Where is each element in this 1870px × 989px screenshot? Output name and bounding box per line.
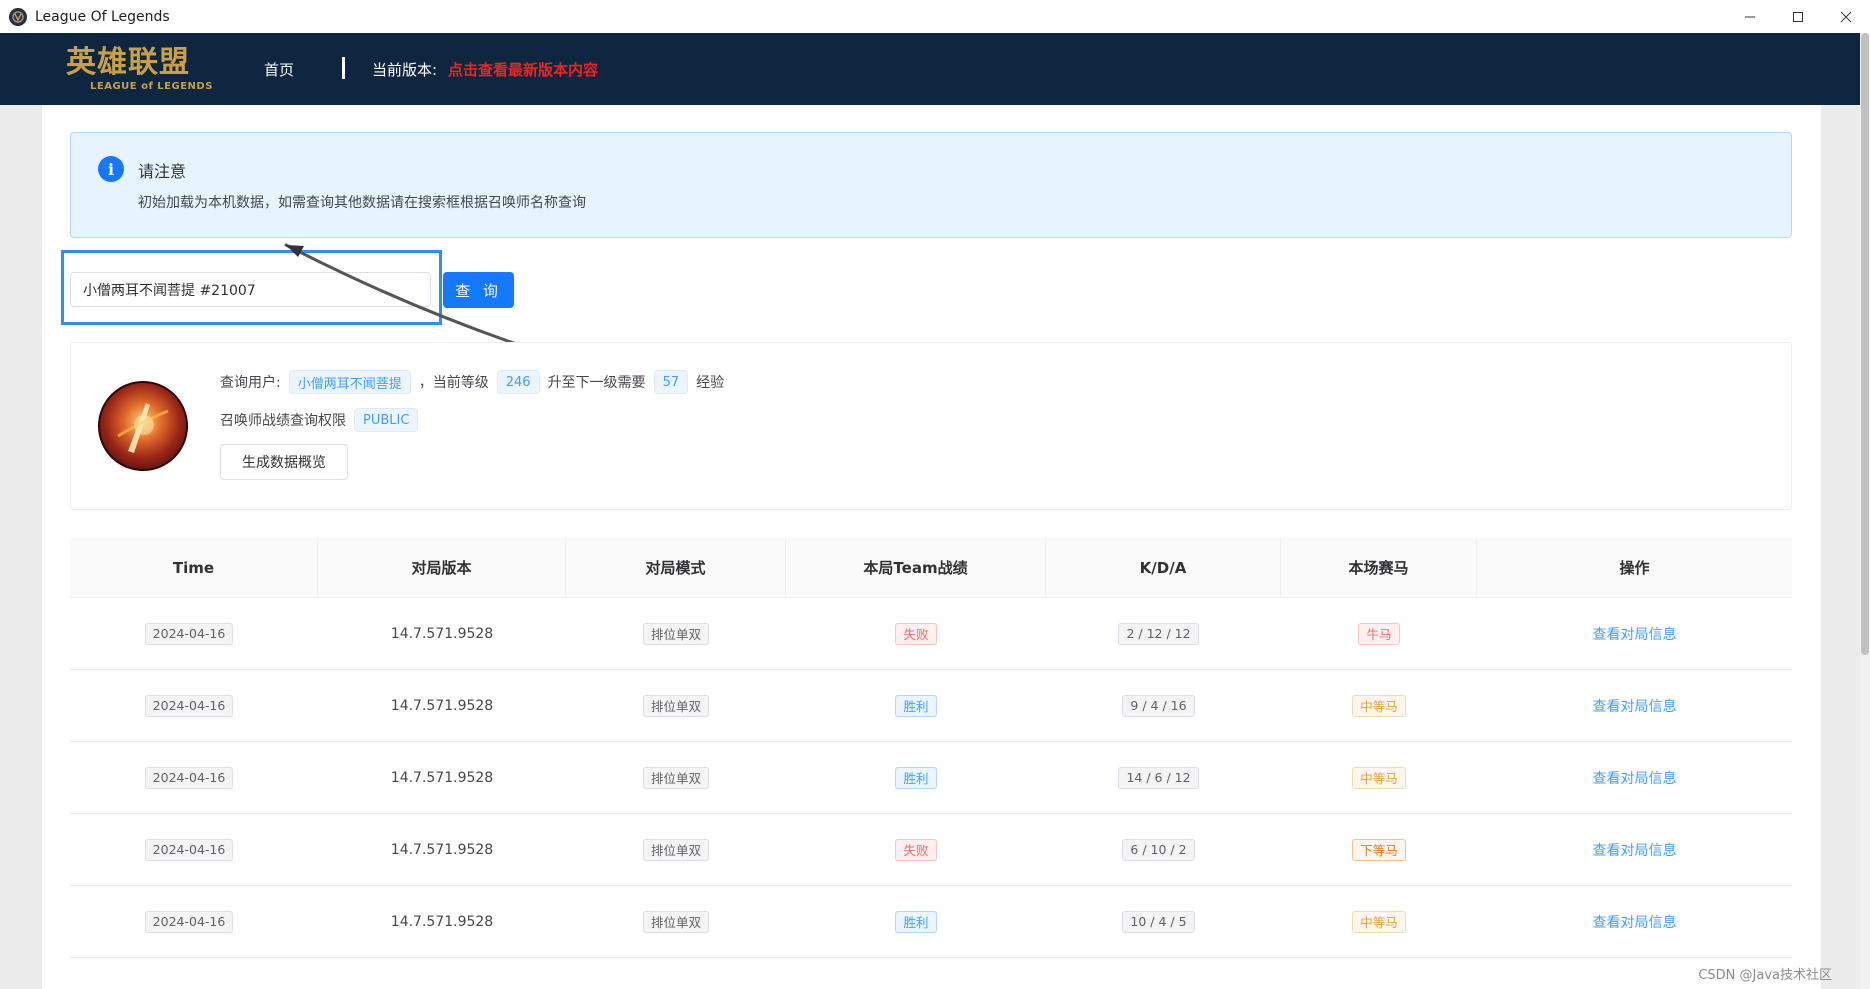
match-version: 14.7.571.9528 <box>390 697 494 714</box>
alert-title: 请注意 <box>138 162 187 181</box>
username-tag: 小僧两耳不闻菩提 <box>288 370 411 394</box>
match-rank: 牛马 <box>1358 622 1400 645</box>
match-date: 2024-04-16 <box>144 622 234 645</box>
match-rank: 中等马 <box>1352 766 1406 789</box>
scrollbar-thumb[interactable] <box>1861 33 1869 655</box>
column-header-actions: 操作 <box>1619 559 1650 577</box>
table-header: Time 对局版本 对局模式 本局Team战绩 K/D/A 本场赛马 操作 <box>70 538 1792 598</box>
match-kda: 2 / 12 / 12 <box>1118 622 1199 645</box>
table-row: 2024-04-16 14.7.571.9528 排位单双 失败 6 / 10 … <box>70 814 1792 886</box>
watermark: CSDN @Java技术社区 <box>1698 968 1832 983</box>
view-match-link[interactable]: 查看对局信息 <box>1593 624 1677 644</box>
match-rank: 中等马 <box>1352 910 1406 933</box>
match-rank: 下等马 <box>1352 838 1406 861</box>
table-row: 2024-04-16 14.7.571.9528 排位单双 胜利 9 / 4 /… <box>70 670 1792 742</box>
close-icon <box>1840 11 1852 22</box>
match-kda: 9 / 4 / 16 <box>1122 694 1195 717</box>
view-match-link[interactable]: 查看对局信息 <box>1593 768 1677 788</box>
view-match-link[interactable]: 查看对局信息 <box>1593 840 1677 860</box>
minimize-button[interactable] <box>1726 0 1774 33</box>
view-match-link[interactable]: 查看对局信息 <box>1593 696 1677 716</box>
match-kda: 6 / 10 / 2 <box>1122 838 1195 861</box>
summoner-search-input[interactable]: 小僧两耳不闻菩提 #21007 <box>70 272 431 307</box>
match-mode: 排位单双 <box>642 838 709 861</box>
match-date: 2024-04-16 <box>144 910 234 933</box>
match-mode: 排位单双 <box>642 766 709 789</box>
match-date: 2024-04-16 <box>144 838 234 861</box>
generate-overview-button[interactable]: 生成数据概览 <box>220 444 348 480</box>
next-level-label: 升至下一级需要 <box>547 375 646 391</box>
match-version: 14.7.571.9528 <box>390 913 494 930</box>
minimize-icon <box>1745 16 1755 17</box>
match-result: 胜利 <box>895 910 937 933</box>
column-header-team-result: 本局Team战绩 <box>786 538 1046 597</box>
match-version: 14.7.571.9528 <box>390 769 494 786</box>
summoner-profile-card: 查询用户: 小僧两耳不闻菩提 ，当前等级 246 升至下一级需要 57 经验 召… <box>70 342 1792 510</box>
info-alert: i 请注意 初始加载为本机数据，如需查询其他数据请在搜索框根据召唤师名称查询 <box>70 132 1792 238</box>
summoner-avatar <box>98 381 188 471</box>
match-result: 胜利 <box>895 694 937 717</box>
match-kda: 10 / 4 / 5 <box>1122 910 1195 933</box>
query-user-label: 查询用户: <box>220 375 281 391</box>
column-header-rank: 本场赛马 <box>1281 538 1477 597</box>
privacy-row: 召唤师战绩查询权限 PUBLIC <box>220 407 419 433</box>
lol-logo[interactable]: 英雄联盟 LEAGUE of LEGENDS <box>66 47 222 95</box>
maximize-button[interactable] <box>1774 0 1822 33</box>
logo-english-text: LEAGUE of LEGENDS <box>90 81 213 92</box>
match-result: 失败 <box>895 622 937 645</box>
nav-divider <box>342 57 345 79</box>
match-history-table: Time 对局版本 对局模式 本局Team战绩 K/D/A 本场赛马 操作 20… <box>70 538 1792 958</box>
column-header-mode: 对局模式 <box>566 538 786 597</box>
column-header-version: 对局版本 <box>318 538 566 597</box>
logo-chinese-text: 英雄联盟 <box>66 45 190 80</box>
view-match-link[interactable]: 查看对局信息 <box>1593 912 1677 932</box>
match-kda: 14 / 6 / 12 <box>1118 766 1199 789</box>
main-content: i 请注意 初始加载为本机数据，如需查询其他数据请在搜索框根据召唤师名称查询 小… <box>42 105 1821 989</box>
match-result: 胜利 <box>895 766 937 789</box>
privacy-label: 召唤师战绩查询权限 <box>220 413 346 429</box>
column-header-time: Time <box>70 538 318 597</box>
match-version: 14.7.571.9528 <box>390 625 494 642</box>
alert-description: 初始加载为本机数据，如需查询其他数据请在搜索框根据召唤师名称查询 <box>138 195 586 211</box>
match-result: 失败 <box>895 838 937 861</box>
column-header-kda: K/D/A <box>1046 538 1281 597</box>
window-controls <box>1726 0 1870 33</box>
table-row: 2024-04-16 14.7.571.9528 排位单双 胜利 14 / 6 … <box>70 742 1792 814</box>
table-row: 2024-04-16 14.7.571.9528 排位单双 胜利 10 / 4 … <box>70 886 1792 958</box>
exp-label: 经验 <box>696 375 725 391</box>
level-label: ，当前等级 <box>418 375 489 391</box>
match-date: 2024-04-16 <box>144 766 234 789</box>
level-tag: 246 <box>496 370 540 394</box>
maximize-icon <box>1793 11 1803 22</box>
privacy-tag: PUBLIC <box>354 408 419 432</box>
app-icon <box>9 7 27 26</box>
profile-info-row: 查询用户: 小僧两耳不闻菩提 ，当前等级 246 升至下一级需要 57 经验 <box>220 369 732 395</box>
match-version: 14.7.571.9528 <box>390 841 494 858</box>
match-mode: 排位单双 <box>642 622 709 645</box>
top-nav: 英雄联盟 LEAGUE of LEGENDS 首页 当前版本: 点击查看最新版本… <box>0 33 1870 105</box>
window-title: League Of Legends <box>35 8 170 25</box>
search-button[interactable]: 查 询 <box>443 272 514 308</box>
match-mode: 排位单双 <box>642 694 709 717</box>
current-version-label: 当前版本: <box>372 61 438 79</box>
match-mode: 排位单双 <box>642 910 709 933</box>
match-rank: 中等马 <box>1352 694 1406 717</box>
info-icon: i <box>98 156 124 182</box>
window-titlebar: League Of Legends <box>0 0 1870 33</box>
latest-version-link[interactable]: 点击查看最新版本内容 <box>448 59 598 80</box>
match-date: 2024-04-16 <box>144 694 234 717</box>
table-row: 2024-04-16 14.7.571.9528 排位单双 失败 2 / 12 … <box>70 598 1792 670</box>
close-button[interactable] <box>1822 0 1870 33</box>
exp-needed-tag: 57 <box>653 370 689 394</box>
nav-home-link[interactable]: 首页 <box>264 59 294 80</box>
vertical-scrollbar[interactable] <box>1860 33 1870 989</box>
